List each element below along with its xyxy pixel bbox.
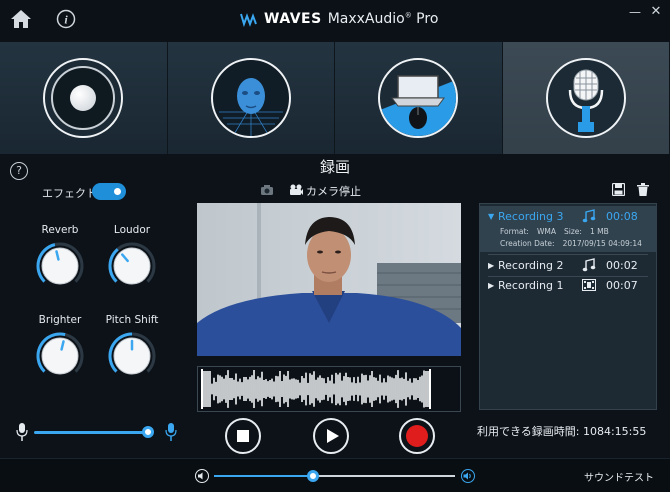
- laptop-icon: [378, 58, 459, 138]
- brand-name: WAVES: [264, 11, 322, 27]
- help-icon[interactable]: ?: [10, 162, 28, 180]
- recording-duration: 00:02: [606, 258, 638, 272]
- recording-duration: 00:08: [606, 209, 638, 223]
- list-item-recording-1[interactable]: ▶ Recording 1 00:07: [480, 275, 656, 295]
- save-icon[interactable]: [612, 183, 625, 196]
- tab-speaker[interactable]: [0, 42, 168, 154]
- waveform-graphic: [201, 369, 431, 409]
- play-button[interactable]: [313, 418, 349, 454]
- stop-button[interactable]: [225, 418, 261, 454]
- loudor-knob[interactable]: [108, 242, 156, 290]
- size-label: Size:: [564, 227, 582, 236]
- tab-strip: [0, 42, 670, 154]
- audio-note-icon: [578, 258, 600, 272]
- size-value: 1 MB: [589, 227, 609, 236]
- svg-text:i: i: [64, 13, 68, 27]
- loudor-knob-group: Loudor: [102, 224, 162, 290]
- waveform-display[interactable]: [197, 366, 461, 412]
- recording-name: Recording 1: [498, 278, 564, 292]
- speaker-icon: [43, 58, 124, 138]
- waves-logo-icon: [240, 13, 257, 27]
- mic-level-slider[interactable]: [34, 431, 148, 434]
- mic-level-thumb[interactable]: [142, 426, 154, 438]
- tab-microphone[interactable]: [502, 42, 670, 154]
- camera-stop-icon[interactable]: [289, 184, 303, 196]
- record-icon: [406, 425, 428, 447]
- recording-details: Format: WMA Size: 1 MB: [480, 226, 656, 238]
- reverb-knob-group: Reverb: [30, 224, 90, 290]
- format-value: WMA: [536, 227, 556, 236]
- tab-laptop[interactable]: [335, 42, 503, 154]
- pitch-shift-knob-group: Pitch Shift: [102, 314, 162, 380]
- brighter-knob[interactable]: [36, 332, 84, 380]
- list-item-recording-3[interactable]: ▼ Recording 3 00:08 Format: WMA Size: 1 MB …: [480, 206, 656, 252]
- brighter-knob-group: Brighter: [30, 314, 90, 380]
- recording-created: Creation Date: 2017/09/15 04:09:14: [480, 238, 656, 250]
- stop-icon: [237, 430, 249, 442]
- audio-note-icon: [578, 209, 600, 223]
- product-name: MaxxAudio® Pro: [327, 11, 439, 27]
- volume-high-icon: [461, 469, 475, 483]
- volume-low-icon: [195, 469, 209, 483]
- camera-stop-button[interactable]: カメラ停止: [306, 183, 361, 199]
- camera-preview: [197, 203, 461, 356]
- effect-label: エフェクト: [42, 187, 97, 200]
- microphone-icon: [545, 58, 626, 138]
- record-button[interactable]: [399, 418, 435, 454]
- created-value: 2017/09/15 04:09:14: [562, 239, 642, 248]
- waveform-path: [203, 370, 429, 408]
- page-title: 録画: [319, 158, 350, 176]
- sound-test-button[interactable]: サウンドテスト: [584, 469, 654, 484]
- format-label: Format:: [500, 227, 529, 236]
- knob-label: Loudor: [113, 224, 151, 236]
- volume-slider-fill[interactable]: [214, 475, 313, 477]
- info-icon[interactable]: i: [56, 9, 76, 29]
- video-film-icon: [578, 279, 600, 291]
- play-icon: [326, 429, 339, 443]
- head-3d-icon: [210, 58, 291, 138]
- knob-label: Pitch Shift: [105, 314, 159, 326]
- home-icon[interactable]: [10, 9, 32, 29]
- effect-toggle[interactable]: [92, 183, 126, 200]
- mic-high-icon: [165, 423, 177, 441]
- list-item-recording-2[interactable]: ▶ Recording 2 00:02: [480, 255, 656, 275]
- expand-arrow[interactable]: ▶: [488, 261, 498, 270]
- app-title: WAVES MaxxAudio® Pro: [240, 9, 438, 29]
- trash-icon[interactable]: [637, 183, 649, 196]
- recording-duration: 00:07: [606, 278, 638, 292]
- recordings-list: ▼ Recording 3 00:08 Format: WMA Size: 1 MB …: [479, 203, 657, 410]
- created-label: Creation Date:: [500, 239, 555, 248]
- expand-arrow[interactable]: ▼: [488, 212, 498, 221]
- mic-low-icon: [16, 423, 28, 441]
- recording-name: Recording 3: [498, 209, 564, 223]
- reverb-knob[interactable]: [36, 242, 84, 290]
- remaining-time: 利用できる録画時間: 1084:15:55: [477, 425, 647, 438]
- close-button[interactable]: ✕: [648, 4, 664, 20]
- recording-name: Recording 2: [498, 258, 564, 272]
- camera-feed-image: [197, 203, 461, 356]
- pitch-shift-knob[interactable]: [108, 332, 156, 380]
- knob-label: Brighter: [38, 314, 82, 326]
- camera-switch-icon[interactable]: [260, 184, 274, 196]
- minimize-button[interactable]: —: [628, 5, 642, 19]
- knob-label: Reverb: [41, 224, 79, 236]
- tab-3d-audio[interactable]: [167, 42, 335, 154]
- volume-slider-track[interactable]: [312, 475, 455, 477]
- expand-arrow[interactable]: ▶: [488, 281, 498, 290]
- volume-slider-thumb[interactable]: [306, 470, 319, 482]
